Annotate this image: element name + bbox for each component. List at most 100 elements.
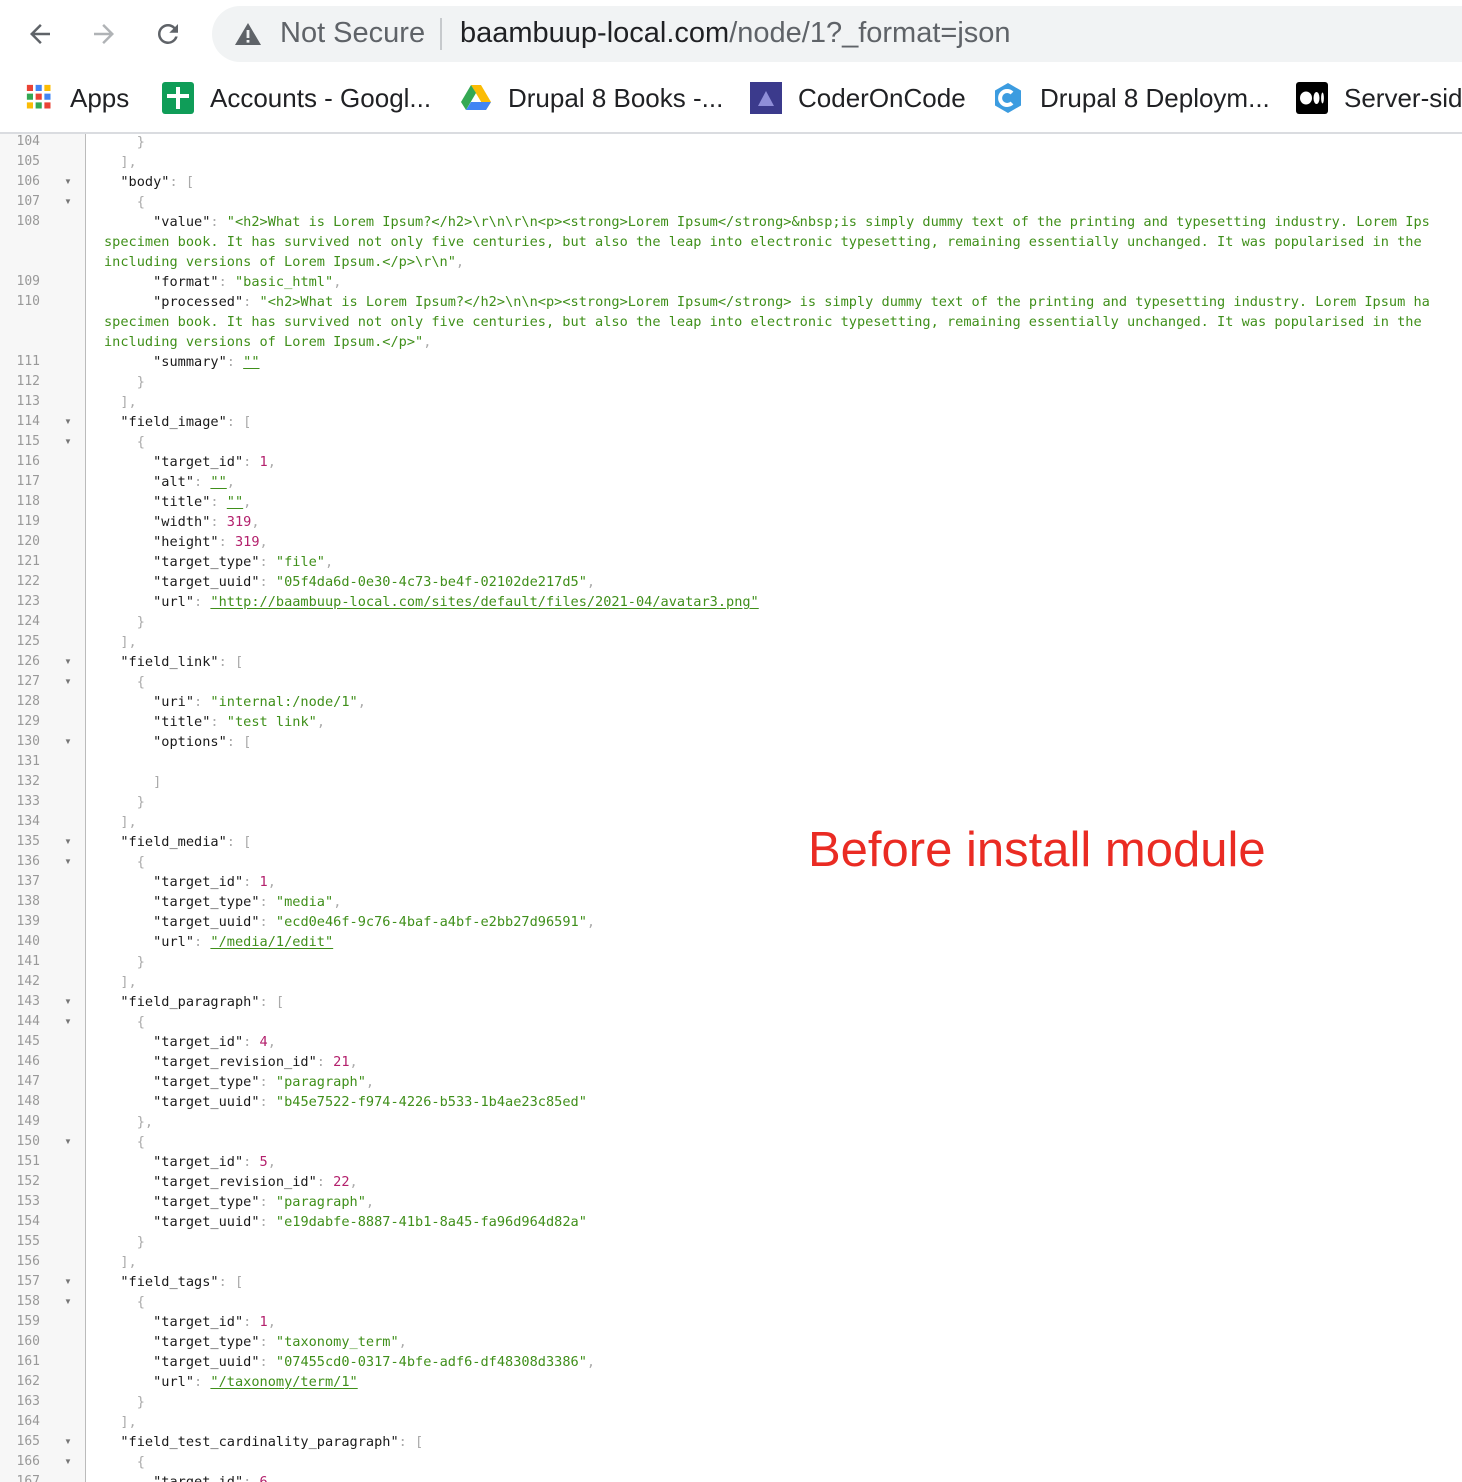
code-line: ], [104,1254,137,1270]
json-number: 6 [259,1474,268,1482]
url-text[interactable]: baambuup-local.com/node/1?_format=json [460,17,1011,50]
fold-toggle-icon[interactable]: ▼ [64,732,72,752]
code-line: } [104,794,145,810]
json-string: including versions of Lorem Ipsum.</p>" [104,334,424,350]
line-number: 113 [16,394,40,409]
forward-button[interactable] [84,14,124,54]
code-line: "field_media": [ [120,834,252,850]
code-line: "target_id": 1, [153,1314,276,1330]
json-link[interactable]: "http://baambuup-local.com/sites/default… [210,594,758,610]
json-string: "05f4da6d-0e30-4c73-be4f-02102de217d5" [275,574,587,590]
line-number: 118 [16,494,40,509]
reload-button[interactable] [148,14,188,54]
line-number: 164 [16,1414,40,1429]
json-key: "url" [153,594,195,610]
code-line: "field_paragraph": [ [120,994,285,1010]
json-string: "" [243,354,260,370]
json-string: including versions of Lorem Ipsum.</p>\r… [104,254,456,270]
fold-toggle-icon[interactable]: ▼ [64,412,72,432]
code-line: "value": "<h2>What is Lorem Ipsum?</h2>\… [153,214,1430,230]
json-key: "target_type" [153,894,260,910]
bookmarks-bar: Apps Accounts - Googl... Drupal 8 Books … [0,68,1462,134]
bookmark-apps[interactable]: Apps [26,68,129,128]
code-line-wrap: specimen book. It has survived not only … [104,314,1422,330]
json-key: "field_media" [120,834,227,850]
line-number: 154 [16,1214,40,1229]
json-key: "target_uuid" [153,574,260,590]
fold-toggle-icon[interactable]: ▼ [64,652,72,672]
fold-toggle-icon[interactable]: ▼ [64,1272,72,1292]
line-number: 150 [16,1134,40,1149]
json-number: 319 [226,514,252,530]
json-key: "target_uuid" [153,1094,260,1110]
code-line: "format": "basic_html", [153,274,342,290]
fold-toggle-icon[interactable]: ▼ [64,1132,72,1152]
json-key: "title" [153,714,211,730]
line-number: 159 [16,1314,40,1329]
coderoncode-icon [750,82,782,114]
fold-toggle-icon[interactable]: ▼ [64,192,72,212]
bookmark-drupal-books[interactable]: Drupal 8 Books -... [460,68,723,128]
bookmark-drupal-deployment[interactable]: Drupal 8 Deploym... [992,68,1270,128]
json-key: "target_revision_id" [153,1054,317,1070]
json-string: "b45e7522-f974-4226-b533-1b4ae23c85ed" [275,1094,587,1110]
code-line: "target_type": "paragraph", [153,1074,375,1090]
json-string: "<h2>What is Lorem Ipsum?</h2>\n\n<p><st… [259,294,1430,310]
code-line: }, [104,1114,154,1130]
json-key: "target_uuid" [153,914,260,930]
line-number: 157 [16,1274,40,1289]
json-string: "basic_html" [234,274,334,290]
line-number: 121 [16,554,40,569]
bookmark-label: Drupal 8 Deploym... [1040,82,1270,113]
code-line: { [104,674,145,690]
json-string: "test link" [226,714,317,730]
json-number: 319 [234,534,260,550]
code-line: "target_uuid": "05f4da6d-0e30-4c73-be4f-… [153,574,596,590]
json-key: "format" [153,274,219,290]
line-number: 119 [16,514,40,529]
code-line: } [104,954,145,970]
line-number: 136 [16,854,40,869]
fold-toggle-icon[interactable]: ▼ [64,852,72,872]
code-line: "field_link": [ [120,654,244,670]
bookmark-accounts[interactable]: Accounts - Googl... [162,68,431,128]
code-line: "title": "test link", [153,714,325,730]
fold-toggle-icon[interactable]: ▼ [64,992,72,1012]
json-string: "internal:/node/1" [210,694,358,710]
code-line: "field_tags": [ [120,1274,244,1290]
line-number: 125 [16,634,40,649]
fold-toggle-icon[interactable]: ▼ [64,1452,72,1472]
line-number: 162 [16,1374,40,1389]
code-line: } [104,1394,145,1410]
line-number: 111 [16,354,40,369]
address-bar[interactable]: Not Secure baambuup-local.com/node/1?_fo… [212,6,1462,62]
code-line: "target_id": 5, [153,1154,276,1170]
bookmark-label: Server-sid [1344,82,1462,113]
code-line-wrap: specimen book. It has survived not only … [104,234,1422,250]
security-indicator[interactable]: Not Secure [280,17,425,50]
fold-toggle-icon[interactable]: ▼ [64,172,72,192]
code-line: "height": 319, [153,534,268,550]
fold-toggle-icon[interactable]: ▼ [64,672,72,692]
back-button[interactable] [20,14,60,54]
json-string: "media" [275,894,334,910]
line-number: 146 [16,1054,40,1069]
json-key: "target_id" [153,1154,244,1170]
fold-toggle-icon[interactable]: ▼ [64,1012,72,1032]
fold-toggle-icon[interactable]: ▼ [64,432,72,452]
json-link[interactable]: "/taxonomy/term/1" [210,1374,357,1390]
line-number: 139 [16,914,40,929]
json-key: "target_uuid" [153,1354,260,1370]
json-number: 1 [259,1314,268,1330]
json-link[interactable]: "/media/1/edit" [210,934,333,950]
fold-toggle-icon[interactable]: ▼ [64,832,72,852]
code-line: "target_uuid": "07455cd0-0317-4bfe-adf6-… [153,1354,596,1370]
json-string: "<h2>What is Lorem Ipsum?</h2>\r\n\r\n<p… [226,214,1430,230]
bookmark-coderoncode[interactable]: CoderOnCode [750,68,966,128]
bookmark-server-side[interactable]: Server-sid [1296,68,1462,128]
line-number: 147 [16,1074,40,1089]
code-line: "target_uuid": "b45e7522-f974-4226-b533-… [153,1094,587,1110]
fold-toggle-icon[interactable]: ▼ [64,1292,72,1312]
line-number: 134 [16,814,40,829]
fold-toggle-icon[interactable]: ▼ [64,1432,72,1452]
